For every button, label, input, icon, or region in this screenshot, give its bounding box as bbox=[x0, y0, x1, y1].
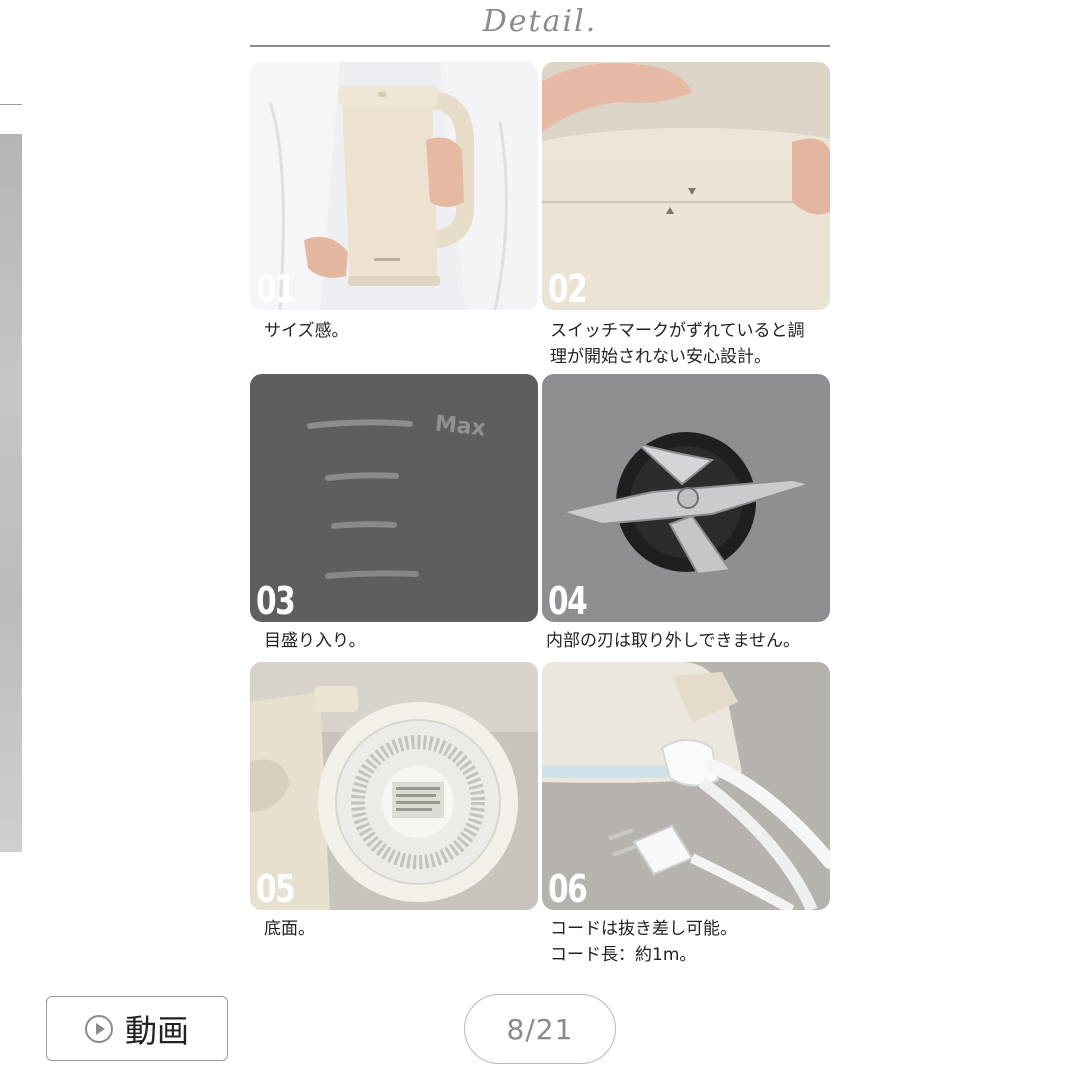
detail-heading: Detail. bbox=[482, 4, 598, 39]
detail-caption-02: スイッチマークがずれていると調 理が開始されない安心設計。 bbox=[550, 321, 805, 367]
detail-card-06[interactable]: 06 bbox=[542, 662, 830, 910]
previous-slide-divider bbox=[0, 104, 22, 105]
detail-card-03[interactable]: Max 03 bbox=[250, 374, 538, 622]
detail-caption-01: サイズ感。 bbox=[264, 321, 349, 341]
previous-slide-image[interactable] bbox=[0, 134, 22, 852]
play-icon bbox=[84, 1014, 113, 1043]
detail-caption-05: 底面。 bbox=[264, 919, 315, 939]
detail-card-04[interactable]: 04 bbox=[542, 374, 830, 622]
video-button-label: 動画 bbox=[124, 1011, 189, 1050]
detail-number: 02 bbox=[548, 267, 588, 310]
svg-text:Max: Max bbox=[434, 411, 487, 441]
detail-card-01[interactable]: 01 bbox=[250, 62, 538, 310]
detail-number: 05 bbox=[256, 867, 296, 910]
detail-caption-03: 目盛り入り。 bbox=[264, 631, 366, 651]
detail-number: 03 bbox=[256, 579, 296, 622]
detail-caption-04: 内部の刃は取り外しできません。 bbox=[546, 631, 800, 651]
detail-number: 01 bbox=[256, 267, 296, 310]
detail-card-02[interactable]: 02 bbox=[542, 62, 830, 310]
video-button[interactable]: 動画 bbox=[46, 996, 228, 1061]
detail-card-05[interactable]: 05 bbox=[250, 662, 538, 910]
detail-number: 04 bbox=[548, 579, 588, 622]
detail-number: 06 bbox=[548, 867, 588, 910]
heading-rule bbox=[250, 45, 830, 47]
detail-caption-06: コードは抜き差し可能。 コード長：約1m。 bbox=[550, 919, 737, 965]
image-pager: 8/21 bbox=[464, 994, 616, 1064]
